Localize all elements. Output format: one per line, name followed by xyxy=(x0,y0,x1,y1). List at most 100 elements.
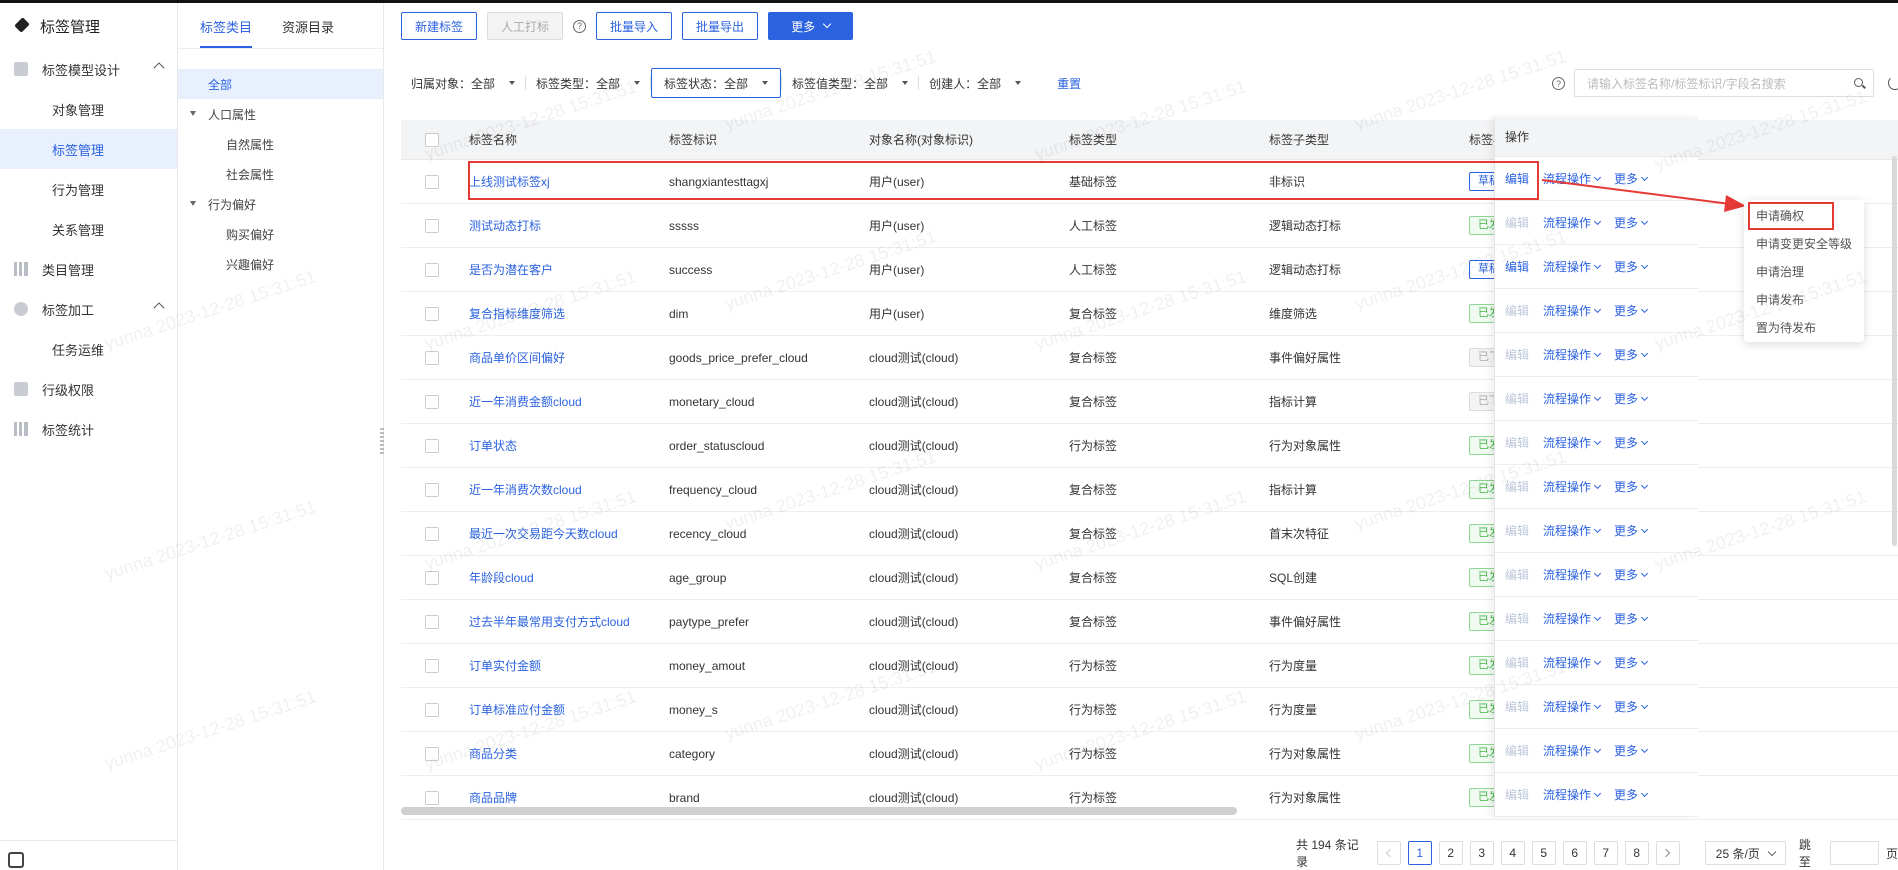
tag-name-link[interactable]: 过去半年最常用支付方式cloud xyxy=(469,613,669,630)
more-ops-menu[interactable]: 更多 xyxy=(1614,610,1649,627)
row-checkbox[interactable] xyxy=(425,394,439,409)
caret-down-icon[interactable] xyxy=(190,201,196,206)
more-ops-menu[interactable]: 更多 xyxy=(1614,786,1649,803)
search-help-icon[interactable]: ? xyxy=(1552,77,1565,90)
tree-node-demographics[interactable]: 人口属性 xyxy=(178,99,383,129)
more-ops-menu[interactable]: 更多 xyxy=(1614,478,1649,495)
batch-export-button[interactable]: 批量导出 xyxy=(682,12,759,40)
edit-link[interactable]: 编辑 xyxy=(1505,346,1529,363)
row-checkbox[interactable] xyxy=(425,306,439,321)
menu-item-set-pending[interactable]: 置为待发布 xyxy=(1744,314,1864,342)
batch-import-button[interactable]: 批量导入 xyxy=(596,12,673,40)
edit-link[interactable]: 编辑 xyxy=(1505,698,1529,715)
filter-tag-type[interactable]: 标签类型：全部 xyxy=(526,68,650,98)
flow-ops-menu[interactable]: 流程操作 xyxy=(1543,786,1602,803)
edit-link[interactable]: 编辑 xyxy=(1505,610,1529,627)
nav-group-model-design[interactable]: 标签模型设计 xyxy=(0,49,177,89)
edit-link[interactable]: 编辑 xyxy=(1505,522,1529,539)
edit-link[interactable]: 编辑 xyxy=(1505,302,1529,319)
nav-group-row-permission[interactable]: 行级权限 xyxy=(0,369,177,409)
more-ops-menu[interactable]: 更多 xyxy=(1614,434,1649,451)
row-checkbox[interactable] xyxy=(425,350,439,365)
flow-ops-menu[interactable]: 流程操作 xyxy=(1543,522,1602,539)
row-checkbox[interactable] xyxy=(425,614,439,629)
edit-link[interactable]: 编辑 xyxy=(1505,390,1529,407)
edit-link[interactable]: 编辑 xyxy=(1505,566,1529,583)
edit-link[interactable]: 编辑 xyxy=(1505,742,1529,759)
row-checkbox[interactable] xyxy=(425,438,439,453)
search-input[interactable]: 请输入标签名称/标签标识/字段名搜索 xyxy=(1574,69,1874,97)
nav-group-tag-processing[interactable]: 标签加工 xyxy=(0,289,177,329)
sidebar-item-task-ops[interactable]: 任务运维 xyxy=(0,329,177,369)
more-ops-menu[interactable]: 更多 xyxy=(1614,258,1649,275)
filter-creator[interactable]: 创建人：全部 xyxy=(919,68,1031,98)
next-page-button[interactable] xyxy=(1655,841,1680,865)
row-checkbox[interactable] xyxy=(425,570,439,585)
flow-ops-menu[interactable]: 流程操作 xyxy=(1543,390,1602,407)
edit-link[interactable]: 编辑 xyxy=(1505,434,1529,451)
flow-ops-menu[interactable]: 流程操作 xyxy=(1543,698,1602,715)
flow-ops-menu[interactable]: 流程操作 xyxy=(1543,654,1602,671)
edit-link[interactable]: 编辑 xyxy=(1505,786,1529,803)
tag-name-link[interactable]: 复合指标维度筛选 xyxy=(469,305,669,322)
select-all-checkbox[interactable] xyxy=(425,132,439,147)
row-checkbox[interactable] xyxy=(425,746,439,761)
more-ops-menu[interactable]: 更多 xyxy=(1614,522,1649,539)
tree-node-interest-pref[interactable]: 兴趣偏好 xyxy=(178,249,383,279)
menu-item-apply-ownership[interactable]: 申请确权 xyxy=(1748,202,1834,230)
page-button[interactable]: 4 xyxy=(1500,841,1525,865)
row-checkbox[interactable] xyxy=(425,702,439,717)
tab-tag-category[interactable]: 标签类目 xyxy=(200,17,253,48)
tag-name-link[interactable]: 测试动态打标 xyxy=(469,217,669,234)
flow-ops-menu[interactable]: 流程操作 xyxy=(1543,302,1602,319)
flow-ops-menu[interactable]: 流程操作 xyxy=(1543,478,1602,495)
tag-name-link[interactable]: 商品分类 xyxy=(469,745,669,762)
help-icon[interactable]: ? xyxy=(573,19,587,33)
tag-name-link[interactable]: 商品单价区间偏好 xyxy=(469,349,669,366)
more-ops-menu[interactable]: 更多 xyxy=(1614,742,1649,759)
tag-name-link[interactable]: 商品品牌 xyxy=(469,789,669,806)
tag-name-link[interactable]: 最近一次交易距今天数cloud xyxy=(469,525,669,542)
manual-tag-button[interactable]: 人工打标 xyxy=(487,12,564,40)
menu-item-apply-publish[interactable]: 申请发布 xyxy=(1744,286,1864,314)
more-ops-menu[interactable]: 更多 xyxy=(1614,346,1649,363)
page-button[interactable]: 7 xyxy=(1593,841,1618,865)
page-size-select[interactable]: 25 条/页 xyxy=(1704,841,1786,865)
more-ops-menu[interactable]: 更多 xyxy=(1614,698,1649,715)
page-button[interactable]: 5 xyxy=(1531,841,1556,865)
edit-link[interactable]: 编辑 xyxy=(1505,258,1529,275)
tag-name-link[interactable]: 近一年消费金额cloud xyxy=(469,393,669,410)
sidebar-item-relation-mgmt[interactable]: 关系管理 xyxy=(0,209,177,249)
nav-group-category-mgmt[interactable]: 类目管理 xyxy=(0,249,177,289)
flow-ops-menu[interactable]: 流程操作 xyxy=(1543,610,1602,627)
vertical-scrollbar[interactable] xyxy=(1892,156,1897,546)
tree-node-social-attr[interactable]: 社会属性 xyxy=(178,159,383,189)
row-checkbox[interactable] xyxy=(425,658,439,673)
flow-ops-menu[interactable]: 流程操作 xyxy=(1543,346,1602,363)
tag-name-link[interactable]: 年龄段cloud xyxy=(469,569,669,586)
more-ops-menu[interactable]: 更多 xyxy=(1614,390,1649,407)
collapse-sidebar-icon[interactable] xyxy=(8,852,24,868)
caret-down-icon[interactable] xyxy=(190,111,196,116)
filter-value-type[interactable]: 标签值类型：全部 xyxy=(782,68,918,98)
edit-link[interactable]: 编辑 xyxy=(1505,654,1529,671)
edit-link[interactable]: 编辑 xyxy=(1505,478,1529,495)
refresh-icon[interactable] xyxy=(1888,76,1898,90)
tag-name-link[interactable]: 是否为潜在客户 xyxy=(469,261,669,278)
menu-item-apply-security-change[interactable]: 申请变更安全等级 xyxy=(1744,230,1864,258)
flow-ops-menu[interactable]: 流程操作 xyxy=(1543,742,1602,759)
page-button[interactable]: 3 xyxy=(1469,841,1494,865)
page-button[interactable]: 6 xyxy=(1562,841,1587,865)
tree-node-purchase-pref[interactable]: 购买偏好 xyxy=(178,219,383,249)
sidebar-item-behavior-mgmt[interactable]: 行为管理 xyxy=(0,169,177,209)
more-ops-menu[interactable]: 更多 xyxy=(1614,302,1649,319)
row-checkbox[interactable] xyxy=(425,174,439,189)
tree-node-all[interactable]: 全部 xyxy=(178,69,383,99)
row-checkbox[interactable] xyxy=(425,218,439,233)
tag-name-link[interactable]: 订单实付金额 xyxy=(469,657,669,674)
flow-ops-menu[interactable]: 流程操作 xyxy=(1543,258,1602,275)
tag-name-link[interactable]: 订单标准应付金额 xyxy=(469,701,669,718)
tag-name-link[interactable]: 近一年消费次数cloud xyxy=(469,481,669,498)
nav-group-tag-stats[interactable]: 标签统计 xyxy=(0,409,177,449)
tab-resource-catalog[interactable]: 资源目录 xyxy=(282,17,334,48)
